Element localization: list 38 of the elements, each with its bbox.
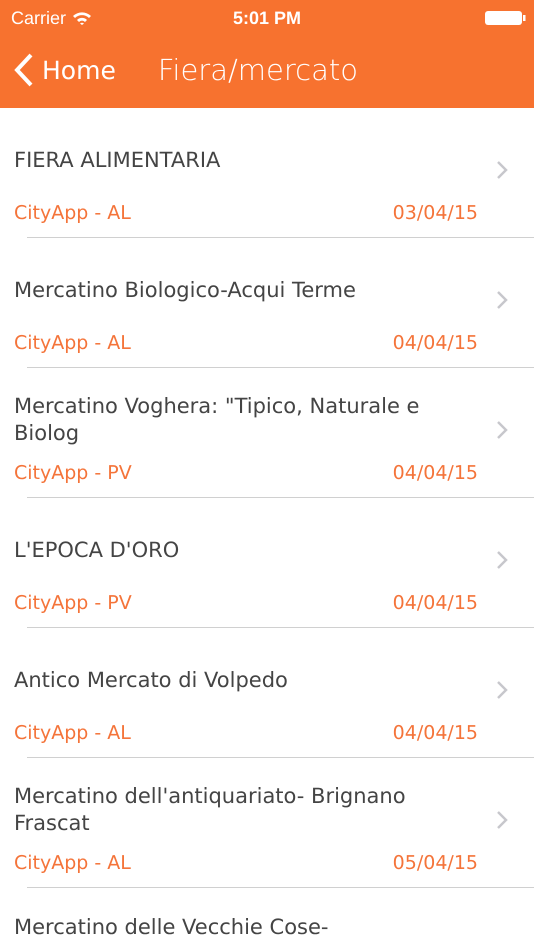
event-source: CityApp - AL — [14, 722, 131, 744]
screen-title: Fiera/mercato — [158, 53, 358, 87]
event-source: CityApp - AL — [14, 852, 131, 874]
chevron-icon — [496, 420, 508, 440]
event-title: FIERA ALIMENTARIA — [14, 146, 220, 174]
chevron-icon — [496, 550, 508, 570]
event-date: 04/04/15 — [392, 462, 478, 484]
event-date: 05/04/15 — [392, 852, 478, 874]
back-chevron-icon — [14, 53, 34, 87]
event-source: CityApp - PV — [14, 462, 132, 484]
event-date: 04/04/15 — [392, 332, 478, 354]
event-row[interactable]: Mercatino dell'antiquariato- Brignano Frascat CityApp - AL 05/04/15 — [0, 758, 534, 887]
chevron-icon — [496, 290, 508, 310]
event-title: Mercatino delle Vecchie Cose- — [14, 914, 328, 941]
event-title: Antico Mercato di Volpedo — [14, 666, 288, 694]
event-source: CityApp - AL — [14, 202, 131, 224]
event-source: CityApp - PV — [14, 592, 132, 614]
event-title: Mercatino dell'antiquariato- Brignano Frascat — [14, 783, 407, 837]
carrier-label: Carrier — [11, 8, 66, 28]
wifi-icon — [72, 11, 92, 25]
event-title: Mercatino Biologico-Acqui Terme — [14, 276, 356, 304]
event-row[interactable]: Mercatino Biologico-Acqui Terme CityApp - AL 04/04/15 — [0, 238, 534, 367]
event-row[interactable]: Mercatino delle Vecchie Cose- — [0, 888, 534, 950]
battery-icon — [484, 10, 526, 26]
event-date: 04/04/15 — [392, 722, 478, 744]
chevron-icon — [496, 680, 508, 700]
event-source: CityApp - AL — [14, 332, 131, 354]
event-date: 04/04/15 — [392, 592, 478, 614]
event-row[interactable]: L'EPOCA D'ORO CityApp - PV 04/04/15 — [0, 498, 534, 627]
event-row[interactable]: FIERA ALIMENTARIA CityApp - AL 03/04/15 — [0, 108, 534, 237]
chevron-icon — [496, 810, 508, 830]
chevron-icon — [496, 160, 508, 180]
event-row[interactable]: Antico Mercato di Volpedo CityApp - AL 04/04/15 — [0, 628, 534, 757]
event-row[interactable]: Mercatino Voghera: "Tipico, Naturale e Biolog CityApp - PV 04/04/15 — [0, 368, 534, 497]
status-time: 5:01 PM — [232, 8, 302, 28]
event-title: L'EPOCA D'ORO — [14, 536, 180, 564]
event-date: 03/04/15 — [392, 202, 478, 224]
event-title: Mercatino Voghera: "Tipico, Naturale e Biolog — [14, 393, 420, 447]
